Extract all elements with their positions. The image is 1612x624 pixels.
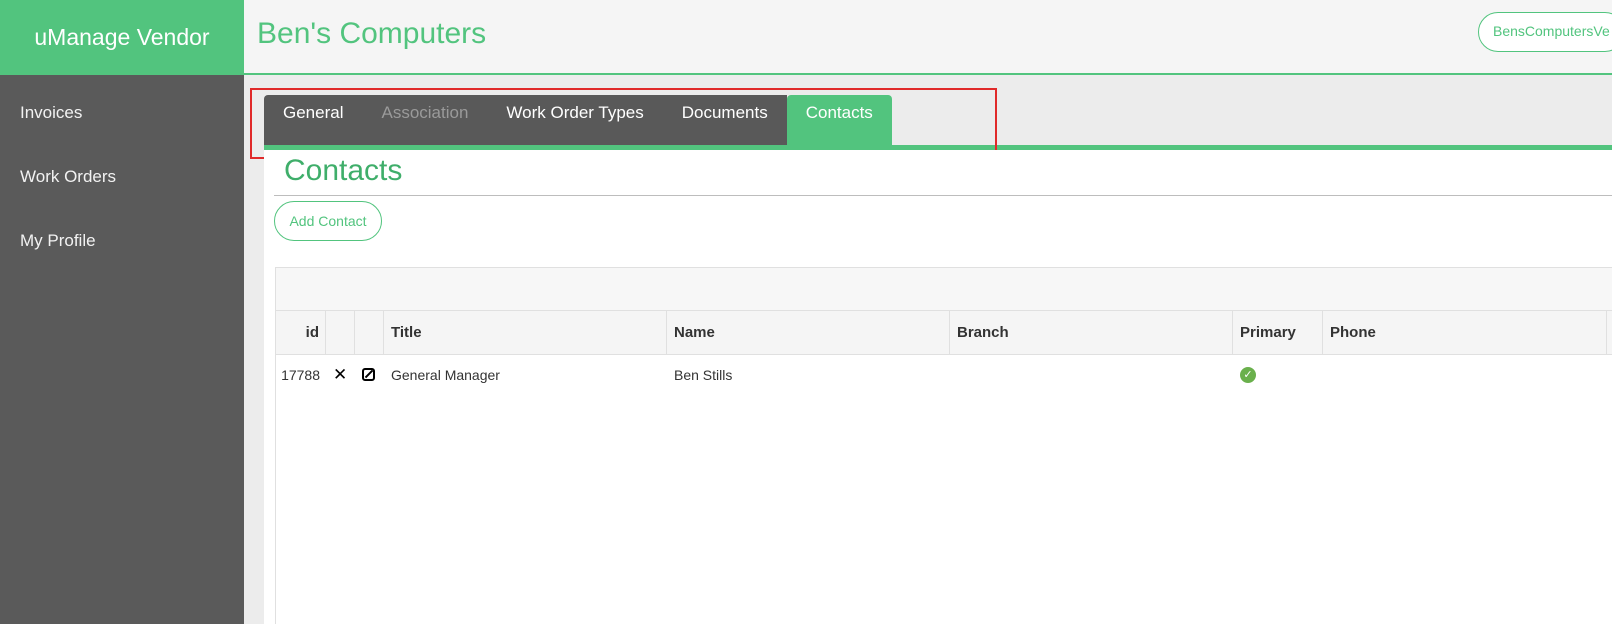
row-branch bbox=[950, 355, 1233, 399]
column-header-primary[interactable]: Primary bbox=[1233, 311, 1323, 354]
app-brand[interactable]: uManage Vendor bbox=[0, 0, 244, 75]
delete-row-button[interactable]: ✕ bbox=[326, 355, 355, 399]
top-header: Ben's Computers BensComputersVe bbox=[244, 0, 1612, 75]
column-header-delete bbox=[326, 311, 355, 354]
table-row: 17788 ✕ General Manager Ben Stills ✓ bbox=[276, 355, 1612, 399]
sidebar-item-invoices[interactable]: Invoices bbox=[0, 81, 244, 145]
page-title: Ben's Computers bbox=[257, 17, 487, 50]
column-header-edit bbox=[355, 311, 384, 354]
tab-documents[interactable]: Documents bbox=[662, 95, 787, 145]
row-primary: ✓ bbox=[1233, 355, 1323, 399]
tab-general[interactable]: General bbox=[264, 95, 363, 145]
column-header-title[interactable]: Title bbox=[384, 311, 667, 354]
edit-icon[interactable] bbox=[362, 368, 375, 382]
column-header-name[interactable]: Name bbox=[667, 311, 950, 354]
grid-toolbar bbox=[276, 268, 1612, 311]
divider bbox=[274, 195, 1612, 196]
column-header-phone[interactable]: Phone bbox=[1323, 311, 1607, 354]
tab-association: Association bbox=[362, 95, 488, 145]
close-icon[interactable]: ✕ bbox=[333, 355, 347, 395]
check-circle-icon: ✓ bbox=[1240, 366, 1256, 383]
tab-bar: General Association Work Order Types Doc… bbox=[264, 95, 892, 145]
sidebar-item-my-profile[interactable]: My Profile bbox=[0, 209, 244, 273]
tab-work-order-types[interactable]: Work Order Types bbox=[487, 95, 663, 145]
tab-contacts[interactable]: Contacts bbox=[786, 95, 892, 145]
row-id: 17788 bbox=[281, 367, 320, 383]
row-title: General Manager bbox=[391, 367, 500, 383]
grid-header-row: id Title Name Branch Primary Phone bbox=[276, 311, 1612, 355]
add-contact-button[interactable]: Add Contact bbox=[274, 201, 382, 241]
edit-row-button[interactable] bbox=[355, 355, 384, 399]
sidebar: uManage Vendor Invoices Work Orders My P… bbox=[0, 0, 244, 624]
row-phone bbox=[1323, 355, 1607, 399]
section-title: Contacts bbox=[284, 154, 403, 187]
contacts-grid: id Title Name Branch Primary Phone 17788… bbox=[275, 267, 1612, 624]
user-menu-button[interactable]: BensComputersVe bbox=[1478, 12, 1612, 52]
sidebar-item-work-orders[interactable]: Work Orders bbox=[0, 145, 244, 209]
row-name: Ben Stills bbox=[674, 367, 733, 383]
contacts-panel: Contacts Add Contact id Title Name Branc… bbox=[264, 150, 1612, 624]
column-header-id[interactable]: id bbox=[276, 311, 326, 354]
column-header-branch[interactable]: Branch bbox=[950, 311, 1233, 354]
main-content: General Association Work Order Types Doc… bbox=[244, 77, 1612, 624]
